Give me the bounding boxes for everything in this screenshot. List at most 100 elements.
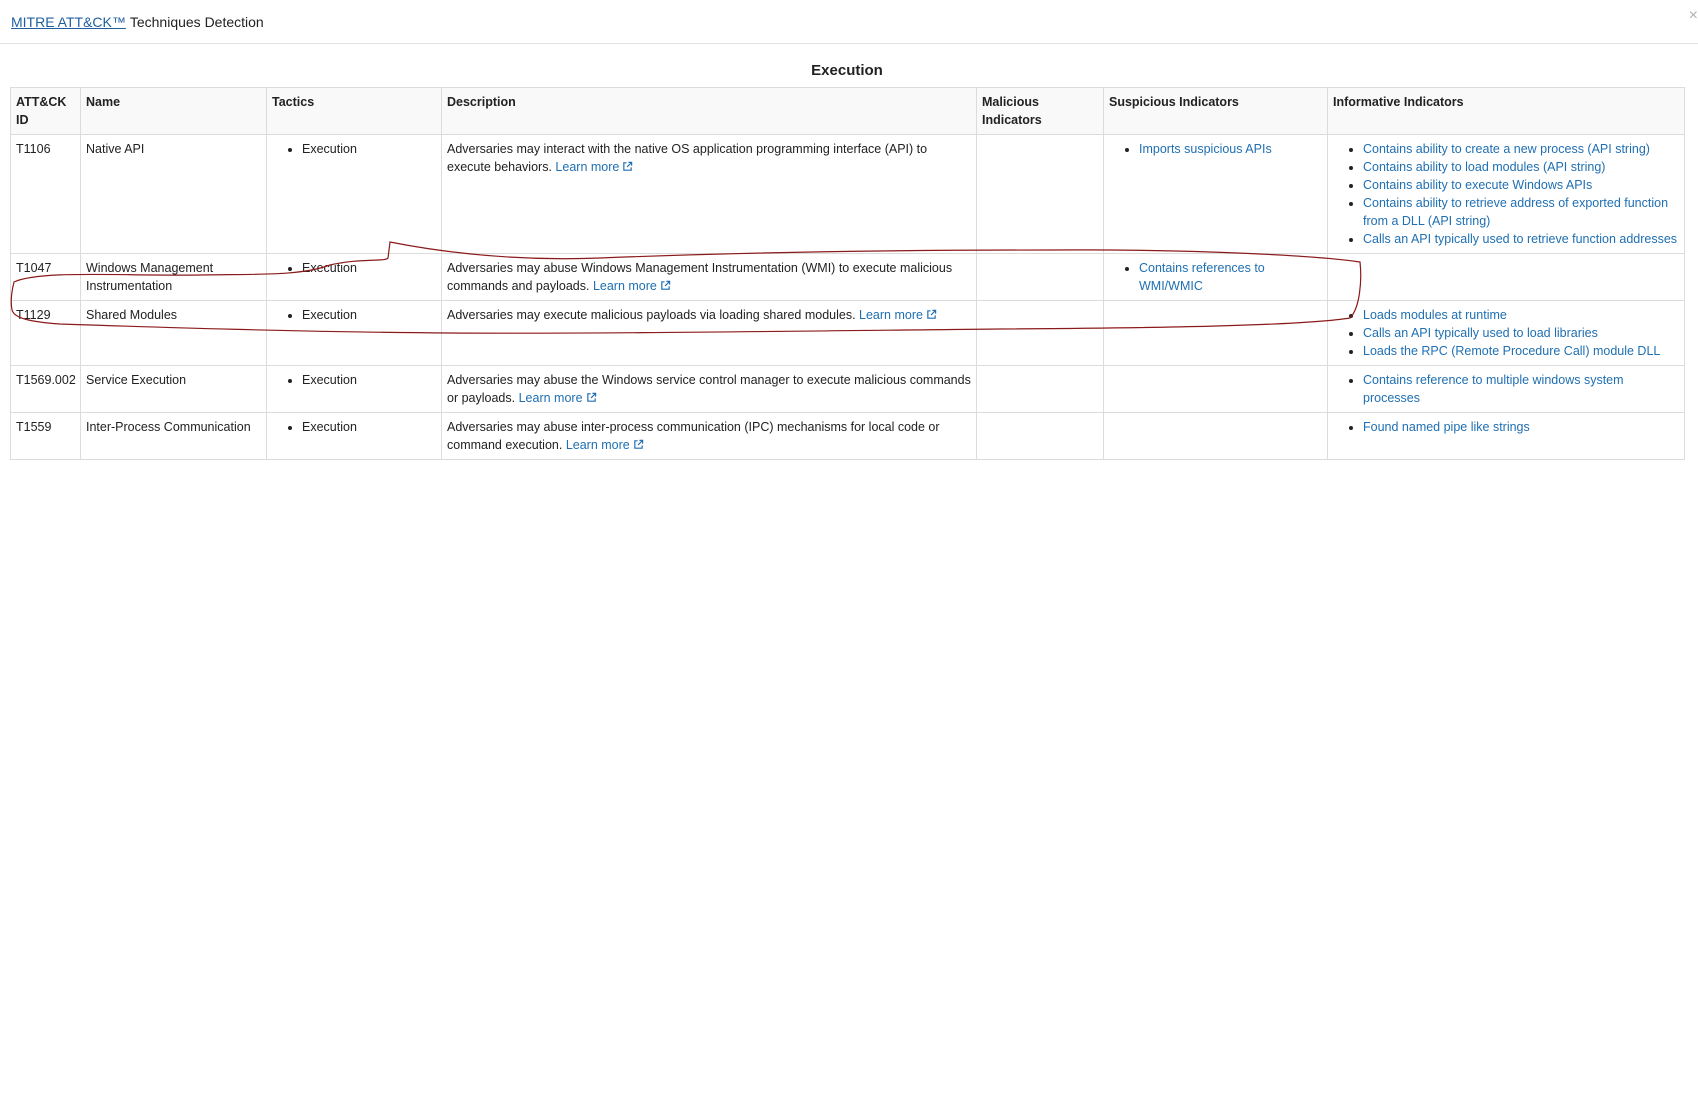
mitre-attack-link[interactable]: MITRE ATT&CK™ — [11, 14, 126, 30]
description-cell: Adversaries may abuse Windows Management… — [441, 253, 977, 301]
learn-more-label: Learn more — [518, 391, 583, 405]
indicator-item: Contains ability to execute Windows APIs — [1363, 176, 1679, 194]
column-header-description: Description — [441, 87, 977, 135]
column-header-id: ATT&CK ID — [10, 87, 81, 135]
column-header-malicious: Malicious Indicators — [976, 87, 1104, 135]
tactics-cell: Execution — [266, 134, 442, 254]
column-header-name: Name — [80, 87, 267, 135]
modal-title: Techniques Detection — [129, 13, 264, 30]
tactic-item: Execution — [302, 418, 436, 436]
table-header-row: ATT&CK ID Name Tactics Description Malic… — [10, 87, 1685, 135]
description-text: Adversaries may execute malicious payloa… — [447, 308, 856, 322]
tactics-cell: Execution — [266, 253, 442, 301]
technique-name: Native API — [80, 134, 267, 254]
technique-id: T1047 — [10, 253, 81, 301]
suspicious-indicators-cell — [1103, 300, 1328, 366]
tactics-cell: Execution — [266, 412, 442, 460]
technique-id: T1569.002 — [10, 365, 81, 413]
malicious-indicators-cell — [976, 412, 1104, 460]
indicator-link[interactable]: Calls an API typically used to load libr… — [1363, 326, 1598, 340]
column-header-tactics: Tactics — [266, 87, 442, 135]
indicator-link[interactable]: Calls an API typically used to retrieve … — [1363, 232, 1677, 246]
table-row: T1559Inter-Process Communication Executio… — [10, 412, 1685, 460]
informative-indicators-cell: Contains ability to create a new process… — [1327, 134, 1685, 254]
external-link-icon — [927, 309, 937, 319]
external-link-icon — [586, 392, 596, 402]
external-link-icon — [634, 439, 643, 449]
table-row: T1129Shared Modules Execution Adversaries … — [10, 300, 1685, 366]
indicator-item: Loads modules at runtime — [1363, 306, 1679, 324]
tactic-item: Execution — [302, 306, 436, 324]
technique-name: Windows Management Instrumentation — [80, 253, 267, 301]
indicator-link[interactable]: Contains reference to multiple windows s… — [1363, 373, 1624, 405]
indicator-item: Found named pipe like strings — [1363, 418, 1679, 436]
learn-more-link[interactable]: Learn more — [859, 308, 937, 322]
indicator-link[interactable]: Loads the RPC (Remote Procedure Call) mo… — [1363, 344, 1660, 358]
suspicious-indicators-cell — [1103, 412, 1328, 460]
description-text: Adversaries may abuse inter-process comm… — [447, 420, 940, 452]
indicator-link[interactable]: Contains ability to retrieve address of … — [1363, 196, 1668, 228]
informative-indicators-cell: Loads modules at runtime Calls an API typ… — [1327, 300, 1685, 366]
malicious-indicators-cell — [976, 134, 1104, 254]
column-header-suspicious: Suspicious Indicators — [1103, 87, 1328, 135]
technique-name: Inter-Process Communication — [80, 412, 267, 460]
description-cell: Adversaries may execute malicious payloa… — [441, 300, 977, 366]
technique-id: T1129 — [10, 300, 81, 366]
indicator-link[interactable]: Contains ability to create a new process… — [1363, 142, 1650, 156]
indicator-item: Calls an API typically used to retrieve … — [1363, 230, 1679, 248]
learn-more-label: Learn more — [565, 438, 630, 452]
indicator-item: Contains reference to multiple windows s… — [1363, 371, 1679, 407]
informative-indicators-cell — [1327, 253, 1685, 301]
suspicious-indicators-cell: Contains references to WMI/WMIC — [1103, 253, 1328, 301]
tactic-item: Execution — [302, 259, 436, 277]
malicious-indicators-cell — [976, 365, 1104, 413]
tactics-cell: Execution — [266, 365, 442, 413]
indicator-link[interactable]: Loads modules at runtime — [1363, 308, 1507, 322]
indicator-item: Contains ability to create a new process… — [1363, 140, 1679, 158]
section-title: Execution — [811, 62, 883, 79]
learn-more-label: Learn more — [555, 160, 620, 174]
indicator-link[interactable]: Contains references to WMI/WMIC — [1139, 261, 1265, 293]
external-link-icon — [623, 161, 633, 171]
learn-more-link[interactable]: Learn more — [555, 160, 633, 174]
column-header-informative: Informative Indicators — [1327, 87, 1685, 135]
learn-more-link[interactable]: Learn more — [566, 438, 644, 452]
learn-more-link[interactable]: Learn more — [519, 391, 597, 405]
techniques-table: ATT&CK ID Name Tactics Description Malic… — [10, 87, 1685, 460]
tactic-item: Execution — [302, 140, 436, 158]
table-row: T1047Windows Management Instrumentation E… — [10, 253, 1685, 301]
tactic-item: Execution — [302, 371, 436, 389]
modal-header: MITRE ATT&CK™ Techniques Detection × — [0, 0, 1698, 44]
indicator-item: Calls an API typically used to load libr… — [1363, 324, 1679, 342]
technique-name: Shared Modules — [80, 300, 267, 366]
table-row: T1106Native API Execution Adversaries may … — [10, 134, 1685, 254]
close-icon[interactable]: × — [1689, 8, 1698, 24]
mitre-modal: MITRE ATT&CK™ Techniques Detection × Exe… — [0, 0, 1698, 1101]
indicator-link[interactable]: Contains ability to execute Windows APIs — [1363, 178, 1592, 192]
description-text: Adversaries may abuse Windows Management… — [447, 261, 953, 293]
technique-name: Service Execution — [80, 365, 267, 413]
learn-more-label: Learn more — [592, 279, 657, 293]
suspicious-indicators-cell: Imports suspicious APIs — [1103, 134, 1328, 254]
learn-more-link[interactable]: Learn more — [593, 279, 671, 293]
description-text: Adversaries may interact with the native… — [447, 142, 928, 174]
indicator-item: Contains references to WMI/WMIC — [1139, 259, 1322, 295]
indicator-link[interactable]: Contains ability to load modules (API st… — [1363, 160, 1605, 174]
informative-indicators-cell: Contains reference to multiple windows s… — [1327, 365, 1685, 413]
external-link-icon — [661, 280, 671, 290]
malicious-indicators-cell — [976, 253, 1104, 301]
learn-more-label: Learn more — [859, 308, 923, 322]
indicator-link[interactable]: Imports suspicious APIs — [1139, 142, 1272, 156]
suspicious-indicators-cell — [1103, 365, 1328, 413]
table-body: T1106Native API Execution Adversaries may … — [10, 134, 1685, 460]
indicator-item: Loads the RPC (Remote Procedure Call) mo… — [1363, 342, 1679, 360]
description-cell: Adversaries may abuse the Windows servic… — [441, 365, 977, 413]
indicator-link[interactable]: Found named pipe like strings — [1363, 420, 1530, 434]
indicator-item: Imports suspicious APIs — [1139, 140, 1322, 158]
tactics-cell: Execution — [266, 300, 442, 366]
description-cell: Adversaries may abuse inter-process comm… — [441, 412, 977, 460]
technique-id: T1106 — [10, 134, 81, 254]
malicious-indicators-cell — [976, 300, 1104, 366]
informative-indicators-cell: Found named pipe like strings — [1327, 412, 1685, 460]
technique-id: T1559 — [10, 412, 81, 460]
